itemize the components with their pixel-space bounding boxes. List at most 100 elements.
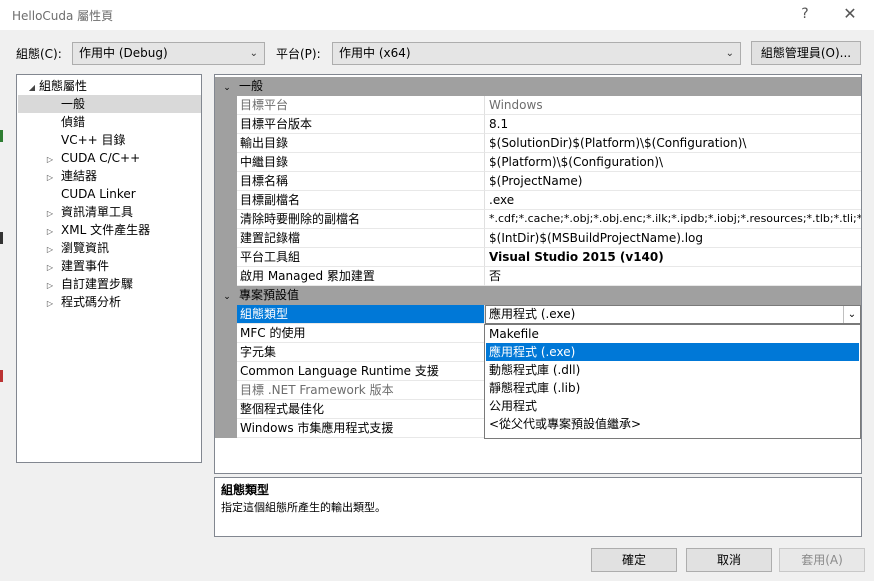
property-name: Windows 市集應用程式支援 <box>237 419 485 438</box>
tree-item-xml-doc-generator[interactable]: ▷ XML 文件產生器 <box>43 221 150 239</box>
combo-value: 應用程式 (.exe) <box>489 307 576 321</box>
property-value: $(SolutionDir)$(Platform)\$(Configuratio… <box>485 134 861 153</box>
chevron-down-icon[interactable]: ⌄ <box>843 306 860 323</box>
tree-item-linker[interactable]: ▷ 連結器 <box>43 167 97 185</box>
property-value: .exe <box>485 191 861 210</box>
row-gutter <box>215 267 237 286</box>
property-name: 整個程式最佳化 <box>237 400 485 419</box>
tree-item-label: 自訂建置步驟 <box>61 277 134 291</box>
tree-item-cuda-linker[interactable]: CUDA Linker <box>61 185 136 203</box>
property-value: $(ProjectName) <box>485 172 861 191</box>
tree-item-label: 建置事件 <box>61 259 110 273</box>
platform-combo[interactable]: 作用中 (x64) ⌄ <box>332 42 741 65</box>
row-gutter <box>215 305 237 324</box>
dropdown-option-inherit[interactable]: <從父代或專案預設值繼承> <box>486 415 859 433</box>
property-name: 平台工具組 <box>237 248 485 267</box>
tree-root[interactable]: ◢ 組態屬性 <box>25 77 87 95</box>
tree-item-cuda-cpp[interactable]: ▷ CUDA C/C++ <box>43 149 140 167</box>
tree-item-general[interactable]: 一般 <box>18 95 201 113</box>
tree-item-label: 瀏覽資訊 <box>61 241 110 255</box>
row-gutter <box>215 172 237 191</box>
expand-icon[interactable]: ▷ <box>43 295 57 313</box>
property-value: Visual Studio 2015 (v140) <box>485 248 861 267</box>
row-gutter <box>215 343 237 362</box>
row-gutter <box>215 324 237 343</box>
property-row-configuration-type[interactable]: 組態類型 應用程式 (.exe) ⌄ <box>215 305 861 324</box>
property-name: 目標 .NET Framework 版本 <box>237 381 485 400</box>
ok-button[interactable]: 確定 <box>591 548 677 572</box>
property-name: 組態類型 <box>237 305 485 324</box>
tree-item-label: CUDA Linker <box>61 187 136 201</box>
tree-item-vc-directories[interactable]: VC++ 目錄 <box>61 131 126 149</box>
tree-item-manifest-tool[interactable]: ▷ 資訊清單工具 <box>43 203 133 221</box>
property-value: $(Platform)\$(Configuration)\ <box>485 153 861 172</box>
expand-icon[interactable]: ▷ <box>43 169 57 187</box>
row-gutter <box>215 248 237 267</box>
tree-item-build-events[interactable]: ▷ 建置事件 <box>43 257 109 275</box>
property-value: *.cdf;*.cache;*.obj;*.obj.enc;*.ilk;*.ip… <box>485 210 861 229</box>
row-gutter <box>215 191 237 210</box>
property-row[interactable]: 啟用 Managed 累加建置 否 <box>215 267 861 286</box>
configuration-type-combo[interactable]: 應用程式 (.exe) ⌄ <box>485 305 861 324</box>
config-manager-button[interactable]: 組態管理員(O)... <box>751 41 861 65</box>
title-bar: HelloCuda 屬性頁 ? ✕ <box>0 0 874 30</box>
property-name: 啟用 Managed 累加建置 <box>237 267 485 286</box>
dropdown-option-application[interactable]: 應用程式 (.exe) <box>486 343 859 361</box>
row-gutter <box>215 381 237 400</box>
property-row[interactable]: 目標平台版本 8.1 <box>215 115 861 134</box>
property-row[interactable]: 輸出目錄 $(SolutionDir)$(Platform)\$(Configu… <box>215 134 861 153</box>
category-label: 專案預設值 <box>239 288 300 302</box>
dropdown-option-dll[interactable]: 動態程式庫 (.dll) <box>486 361 859 379</box>
config-combo[interactable]: 作用中 (Debug) ⌄ <box>72 42 265 65</box>
property-name: 目標名稱 <box>237 172 485 191</box>
row-gutter <box>215 210 237 229</box>
property-value: 8.1 <box>485 115 861 134</box>
dropdown-option-utility[interactable]: 公用程式 <box>486 397 859 415</box>
background-window-edge <box>0 130 3 142</box>
category-general[interactable]: ⌄ 一般 <box>215 77 861 96</box>
property-name: MFC 的使用 <box>237 324 485 343</box>
tree-item-label: 程式碼分析 <box>61 295 122 309</box>
row-gutter <box>215 134 237 153</box>
row-gutter <box>215 153 237 172</box>
chevron-down-icon: ⌄ <box>725 48 734 59</box>
dropdown-option-lib[interactable]: 靜態程式庫 (.lib) <box>486 379 859 397</box>
cancel-button[interactable]: 取消 <box>686 548 772 572</box>
config-label: 組態(C): <box>16 47 62 61</box>
property-row[interactable]: 目標副檔名 .exe <box>215 191 861 210</box>
apply-button[interactable]: 套用(A) <box>779 548 865 572</box>
tree-item-debugging[interactable]: 偵錯 <box>61 113 85 131</box>
row-gutter <box>215 419 237 438</box>
property-name: 建置記錄檔 <box>237 229 485 248</box>
property-value: Windows <box>485 96 861 115</box>
tree-item-browse-info[interactable]: ▷ 瀏覽資訊 <box>43 239 109 257</box>
property-row[interactable]: 目標名稱 $(ProjectName) <box>215 172 861 191</box>
property-name: 輸出目錄 <box>237 134 485 153</box>
help-button[interactable]: ? <box>792 3 818 25</box>
background-window-edge <box>0 370 3 382</box>
background-window-edge <box>0 232 3 244</box>
tree-item-code-analysis[interactable]: ▷ 程式碼分析 <box>43 293 121 311</box>
property-name: 字元集 <box>237 343 485 362</box>
configuration-type-dropdown[interactable]: Makefile 應用程式 (.exe) 動態程式庫 (.dll) 靜態程式庫 … <box>484 324 861 439</box>
property-name: Common Language Runtime 支援 <box>237 362 485 381</box>
close-button[interactable]: ✕ <box>836 3 864 25</box>
property-value: 否 <box>485 267 861 286</box>
row-gutter <box>215 400 237 419</box>
property-name: 目標平台版本 <box>237 115 485 134</box>
property-row[interactable]: 清除時要刪除的副檔名 *.cdf;*.cache;*.obj;*.obj.enc… <box>215 210 861 229</box>
tree-item-label: 資訊清單工具 <box>61 205 134 219</box>
property-row[interactable]: 中繼目錄 $(Platform)\$(Configuration)\ <box>215 153 861 172</box>
property-name: 中繼目錄 <box>237 153 485 172</box>
property-row[interactable]: 建置記錄檔 $(IntDir)$(MSBuildProjectName).log <box>215 229 861 248</box>
row-gutter <box>215 115 237 134</box>
property-row[interactable]: 平台工具組 Visual Studio 2015 (v140) <box>215 248 861 267</box>
tree-item-custom-build-step[interactable]: ▷ 自訂建置步驟 <box>43 275 133 293</box>
property-row[interactable]: 目標平台 Windows <box>215 96 861 115</box>
tree-item-label: VC++ 目錄 <box>61 133 126 147</box>
dropdown-option-makefile[interactable]: Makefile <box>486 325 859 343</box>
category-project-defaults[interactable]: ⌄ 專案預設值 <box>215 286 861 305</box>
platform-value: 作用中 (x64) <box>339 46 411 60</box>
description-body: 指定這個組態所產生的輸出類型。 <box>221 501 386 514</box>
property-tree: ◢ 組態屬性 一般 偵錯 VC++ 目錄 ▷ CUDA C/C++ ▷ 連結器 CUD… <box>16 74 202 463</box>
